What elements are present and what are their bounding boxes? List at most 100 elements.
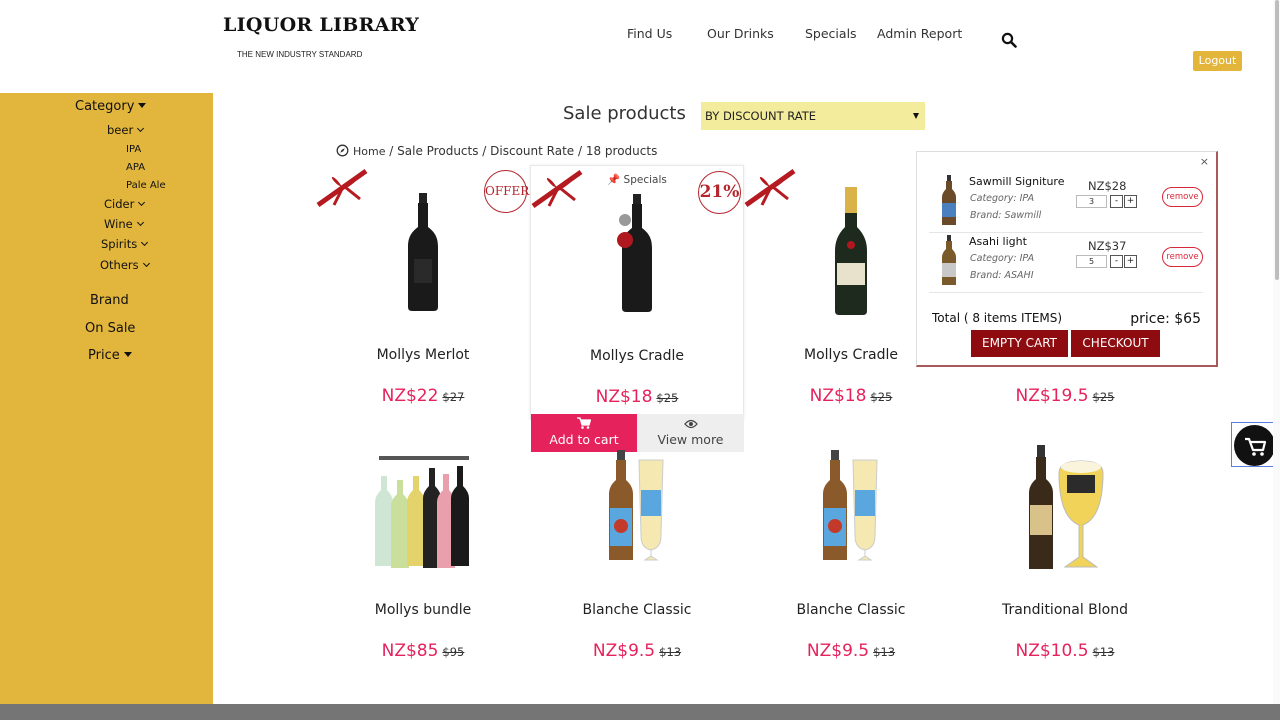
product-name[interactable]: Mollys bundle xyxy=(316,602,530,618)
beer-bottle-glass-image xyxy=(609,450,664,561)
sidebar-wine-label: Wine xyxy=(104,217,133,231)
wine-bundle-image xyxy=(375,456,469,568)
floating-cart-button[interactable] xyxy=(1231,422,1278,467)
empty-cart-button[interactable]: EMPTY CART xyxy=(971,330,1068,357)
sidebar-others-label: Others xyxy=(100,258,139,272)
cart-item: Sawmill Signiture Category: IPA Brand: S… xyxy=(929,172,1203,232)
sale-price: NZ$10.5 xyxy=(1015,641,1089,661)
decrease-quantity-button[interactable]: - xyxy=(1110,255,1123,268)
sale-price: NZ$18 xyxy=(595,387,653,407)
page-title: Sale products xyxy=(563,103,686,124)
product-price: NZ$18 $25 xyxy=(531,387,743,407)
sidebar-beer-ipa[interactable]: IPA xyxy=(126,144,141,155)
remove-item-button[interactable]: remove xyxy=(1162,187,1203,207)
cart-item-brand: Brand: ASAHI xyxy=(970,270,1034,281)
increase-quantity-button[interactable]: + xyxy=(1124,255,1137,268)
breadcrumb: Home / Sale Products / Discount Rate / 1… xyxy=(336,144,657,158)
product-card[interactable]: Tranditional Blond NZ$10.5 $13 xyxy=(958,420,1172,675)
quantity-input[interactable]: 3 xyxy=(1076,195,1107,208)
product-card[interactable]: OFFER Mollys Merlot NZ$22 $27 xyxy=(316,165,530,420)
product-price: NZ$10.5 $13 xyxy=(958,641,1172,661)
nav-specials[interactable]: Specials xyxy=(805,26,857,41)
nav-admin-report[interactable]: Admin Report xyxy=(877,26,962,41)
sale-price: NZ$9.5 xyxy=(806,641,870,661)
product-price: NZ$85 $95 xyxy=(316,641,530,661)
product-price: NZ$18 $25 xyxy=(744,386,958,406)
sale-price: NZ$22 xyxy=(381,386,439,406)
sidebar-on-sale[interactable]: On Sale xyxy=(85,321,135,336)
divider xyxy=(929,292,1203,293)
chevron-down-icon xyxy=(141,238,149,247)
nav-our-drinks[interactable]: Our Drinks xyxy=(707,26,774,41)
cart-icon-circle xyxy=(1234,425,1275,466)
sidebar-price[interactable]: Price xyxy=(88,348,132,363)
logout-button[interactable]: Logout xyxy=(1193,51,1242,71)
product-card[interactable]: Blanche Classic NZ$9.5 $13 xyxy=(530,420,744,675)
sidebar-cider[interactable]: Cider xyxy=(104,197,146,211)
champagne-bottle-image xyxy=(835,187,867,315)
specials-tag-label: Specials xyxy=(623,174,667,186)
product-name[interactable]: Mollys Cradle xyxy=(531,348,743,364)
gift-ribbon-icon xyxy=(744,168,796,208)
chevron-down-icon xyxy=(136,218,144,227)
breadcrumb-home[interactable]: Home xyxy=(353,145,385,158)
quantity-input[interactable]: 5 xyxy=(1076,255,1107,268)
nav-find-us[interactable]: Find Us xyxy=(627,26,672,41)
original-price: $13 xyxy=(659,645,682,659)
product-name[interactable]: Blanche Classic xyxy=(744,602,958,618)
cart-popup: × Sawmill Signiture Category: IPA Brand:… xyxy=(916,151,1218,367)
sidebar-beer-apa[interactable]: APA xyxy=(126,162,145,173)
sidebar-spirits[interactable]: Spirits xyxy=(101,237,149,251)
sidebar-beer-pale-ale[interactable]: Pale Ale xyxy=(126,180,166,191)
sidebar-spirits-label: Spirits xyxy=(101,237,138,251)
product-card[interactable]: Blanche Classic NZ$9.5 $13 xyxy=(744,420,958,675)
chevron-down-icon xyxy=(138,198,146,207)
search-icon[interactable] xyxy=(1001,32,1017,48)
logo-subtitle: THE NEW INDUSTRY STANDARD xyxy=(237,50,363,59)
increase-quantity-button[interactable]: + xyxy=(1124,195,1137,208)
beer-bottle-thumbnail xyxy=(942,175,956,225)
product-price: NZ$9.5 $13 xyxy=(530,641,744,661)
cart-item-name[interactable]: Asahi light xyxy=(969,235,1027,248)
product-name[interactable]: Blanche Classic xyxy=(530,602,744,618)
cart-item-category: Category: IPA xyxy=(970,193,1035,204)
original-price: $95 xyxy=(442,645,465,659)
offer-badge: OFFER xyxy=(484,170,529,213)
product-name[interactable]: Tranditional Blond xyxy=(958,602,1172,618)
sidebar-wine[interactable]: Wine xyxy=(104,217,144,231)
original-price: $27 xyxy=(442,390,465,404)
remove-item-button[interactable]: remove xyxy=(1162,247,1203,267)
sidebar-others[interactable]: Others xyxy=(100,258,150,272)
beer-bottle-glass-image xyxy=(823,450,878,561)
checkout-button[interactable]: CHECKOUT xyxy=(1071,330,1160,357)
sidebar-category[interactable]: Category xyxy=(75,99,147,114)
product-card[interactable]: 📌 Specials 21% Mollys Cradle NZ$18 $25 Ad… xyxy=(530,165,744,452)
breadcrumb-count: 18 products xyxy=(585,144,658,158)
original-price: $13 xyxy=(1092,645,1115,659)
original-price: $25 xyxy=(870,390,893,404)
sidebar-cider-label: Cider xyxy=(104,197,135,211)
cart-item-name[interactable]: Sawmill Signiture xyxy=(969,175,1064,188)
original-price: $13 xyxy=(873,645,896,659)
sale-price: NZ$85 xyxy=(381,641,439,661)
gift-ribbon-icon xyxy=(316,168,368,208)
scrollbar-thumb[interactable] xyxy=(1275,0,1279,280)
sidebar-beer[interactable]: beer xyxy=(107,123,145,137)
product-price: NZ$19.5 $25 xyxy=(958,386,1172,406)
dropdown-arrow-icon xyxy=(913,113,919,119)
cart-item-price: NZ$37 xyxy=(1088,239,1127,253)
cart-total-price: price: $65 xyxy=(1130,311,1201,327)
sort-select[interactable]: BY DISCOUNT RATE xyxy=(701,102,925,130)
sale-price: NZ$18 xyxy=(809,386,867,406)
wine-bottle-image xyxy=(408,193,438,311)
sidebar-price-label: Price xyxy=(88,348,120,363)
breadcrumb-sale[interactable]: Sale Products xyxy=(397,144,478,158)
sale-price: NZ$19.5 xyxy=(1015,386,1089,406)
product-name[interactable]: Mollys Merlot xyxy=(316,347,530,363)
close-icon[interactable]: × xyxy=(1200,155,1209,168)
decrease-quantity-button[interactable]: - xyxy=(1110,195,1123,208)
product-card[interactable]: Mollys bundle NZ$85 $95 xyxy=(316,420,530,675)
sidebar-brand[interactable]: Brand xyxy=(90,293,129,308)
breadcrumb-rate[interactable]: Discount Rate xyxy=(490,144,574,158)
compass-icon xyxy=(336,144,349,157)
